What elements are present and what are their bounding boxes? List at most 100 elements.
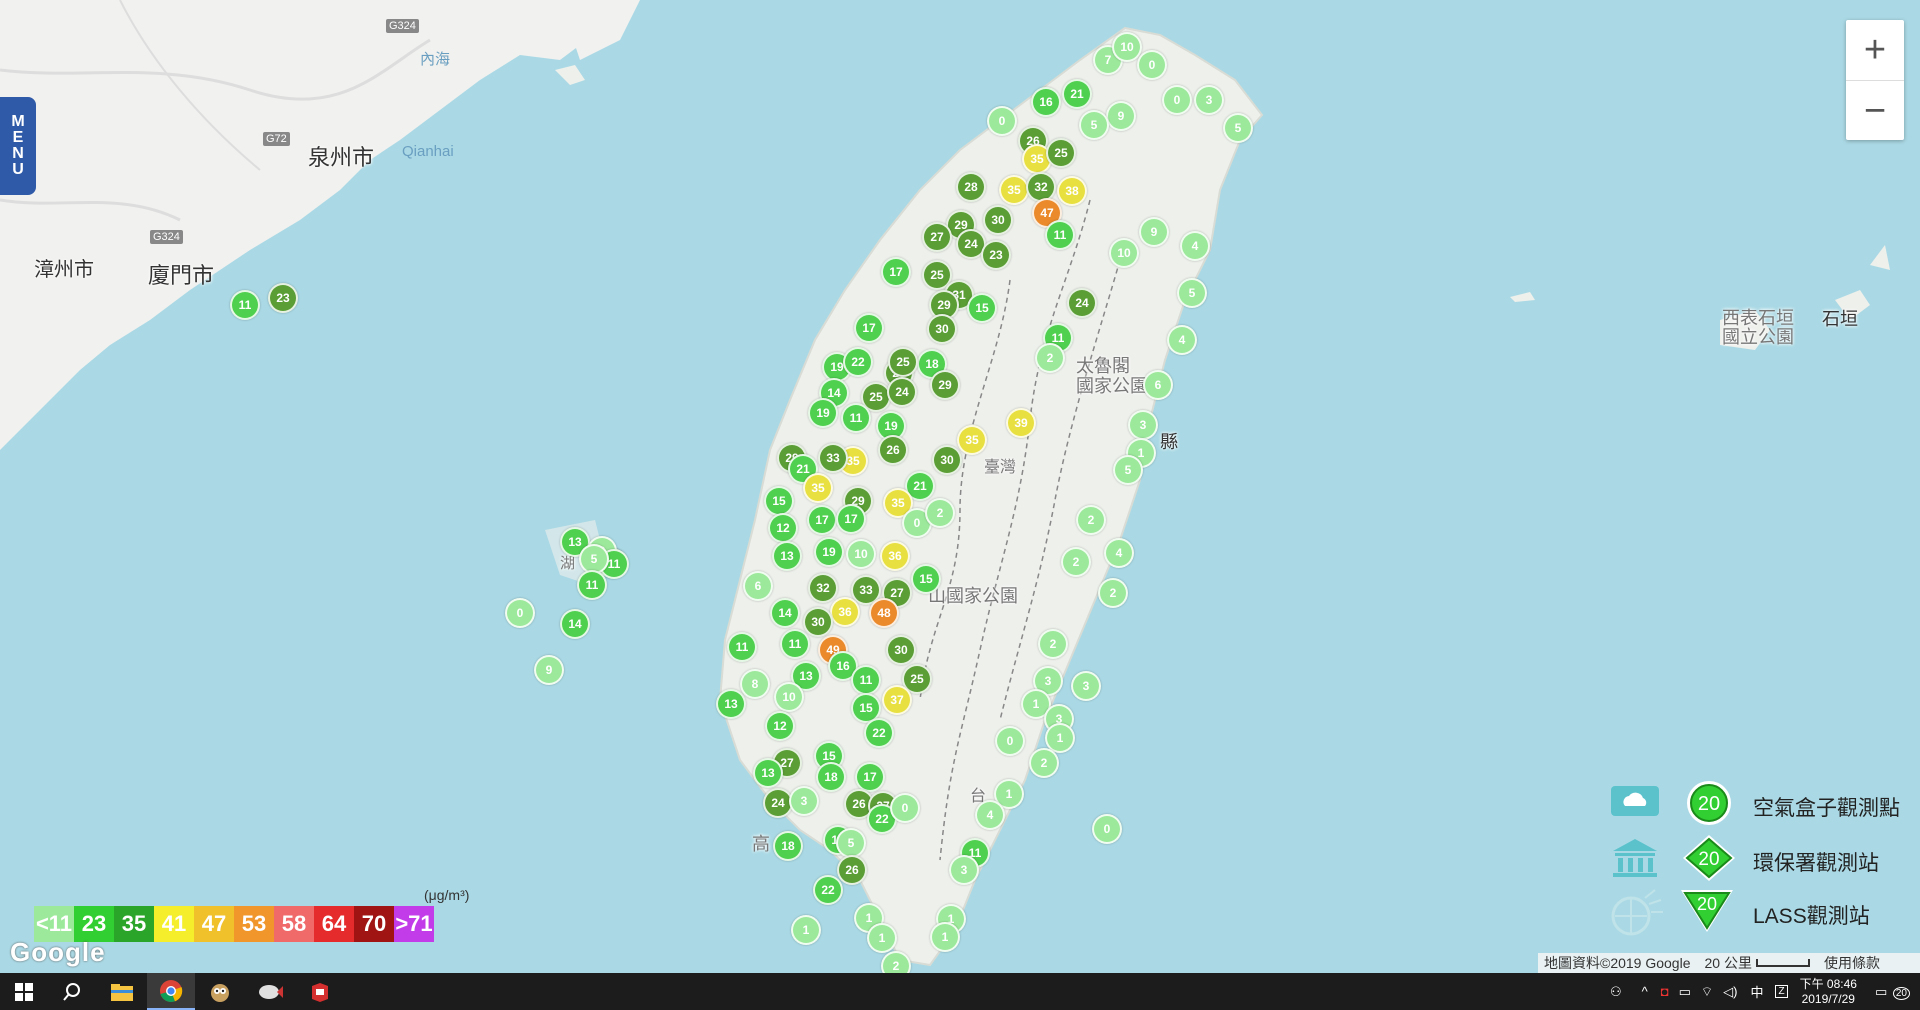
station-marker[interactable]: 25 (888, 347, 918, 377)
station-marker[interactable]: 2 (925, 498, 955, 528)
station-marker[interactable]: 27 (922, 222, 952, 252)
station-marker[interactable]: 8 (740, 669, 770, 699)
station-marker[interactable]: 30 (886, 635, 916, 665)
station-marker[interactable]: 2 (1029, 748, 1059, 778)
file-explorer-button[interactable] (98, 973, 146, 1010)
station-marker[interactable]: 0 (1162, 85, 1192, 115)
zoom-in-button[interactable]: + (1846, 20, 1904, 81)
station-marker[interactable]: 14 (560, 609, 590, 639)
station-marker[interactable]: 35 (803, 473, 833, 503)
station-marker[interactable]: 17 (807, 505, 837, 535)
station-marker[interactable]: 36 (880, 541, 910, 571)
station-marker[interactable]: 30 (983, 205, 1013, 235)
station-marker[interactable]: 23 (981, 240, 1011, 270)
station-marker[interactable]: 30 (803, 607, 833, 637)
station-marker[interactable]: 2 (1098, 578, 1128, 608)
station-marker[interactable]: 3 (949, 855, 979, 885)
station-marker[interactable]: 16 (1031, 87, 1061, 117)
station-marker[interactable]: 39 (1006, 408, 1036, 438)
ime-indicator[interactable]: 中 (1750, 982, 1763, 1001)
chrome-button[interactable] (147, 973, 195, 1010)
station-marker[interactable]: 35 (957, 425, 987, 455)
station-marker[interactable]: 15 (911, 564, 941, 594)
station-marker[interactable]: 11 (1045, 220, 1075, 250)
station-marker[interactable]: 0 (890, 793, 920, 823)
station-marker[interactable]: 17 (836, 504, 866, 534)
notification-center-button[interactable]: ▭ 20 (1875, 984, 1910, 1000)
station-marker[interactable]: 3 (1194, 85, 1224, 115)
people-icon[interactable]: ⚇ (1610, 984, 1622, 1000)
chevron-up-icon[interactable]: ^ (1642, 984, 1648, 999)
station-marker[interactable]: 0 (1092, 814, 1122, 844)
station-marker[interactable]: 1 (791, 915, 821, 945)
station-marker[interactable]: 18 (816, 762, 846, 792)
station-marker[interactable]: 32 (808, 573, 838, 603)
station-marker[interactable]: 17 (854, 313, 884, 343)
station-marker[interactable]: 5 (836, 828, 866, 858)
station-marker[interactable]: 18 (773, 831, 803, 861)
volume-icon[interactable]: ◁) (1723, 984, 1737, 1000)
station-marker[interactable]: 33 (818, 443, 848, 473)
station-marker[interactable]: 24 (1067, 288, 1097, 318)
station-marker[interactable]: 1 (867, 923, 897, 953)
station-marker[interactable]: 13 (716, 689, 746, 719)
station-marker[interactable]: 26 (837, 855, 867, 885)
station-marker[interactable]: 9 (1139, 217, 1169, 247)
search-button[interactable] (48, 973, 96, 1010)
station-marker[interactable]: 11 (727, 632, 757, 662)
station-marker[interactable]: 4 (1180, 231, 1210, 261)
station-marker[interactable]: 48 (869, 598, 899, 628)
station-marker[interactable]: 19 (814, 537, 844, 567)
station-marker[interactable]: 5 (1177, 278, 1207, 308)
terms-link[interactable]: 使用條款 (1824, 953, 1880, 973)
station-marker[interactable]: 10 (1109, 238, 1139, 268)
station-marker[interactable]: 13 (772, 541, 802, 571)
station-marker[interactable]: 4 (1167, 325, 1197, 355)
station-marker[interactable]: 12 (765, 711, 795, 741)
station-marker[interactable]: 1 (930, 922, 960, 952)
station-marker[interactable]: 22 (864, 718, 894, 748)
station-marker[interactable]: 17 (855, 762, 885, 792)
station-marker[interactable]: 30 (932, 445, 962, 475)
start-button[interactable] (0, 973, 48, 1010)
station-marker[interactable]: 19 (808, 398, 838, 428)
menu-button[interactable]: M E N U (0, 97, 36, 195)
station-marker[interactable]: 0 (995, 726, 1025, 756)
station-marker[interactable]: 2 (1061, 547, 1091, 577)
station-marker[interactable]: 4 (975, 800, 1005, 830)
station-marker[interactable]: 28 (956, 172, 986, 202)
battery-icon[interactable]: ▭ (1679, 984, 1691, 1000)
station-marker[interactable]: 2 (1076, 505, 1106, 535)
station-marker[interactable]: 36 (830, 597, 860, 627)
station-marker[interactable]: 17 (881, 257, 911, 287)
station-marker[interactable]: 13 (753, 758, 783, 788)
input-switch-icon[interactable]: Z (1775, 985, 1788, 998)
wifi-icon[interactable]: ⌔ (1701, 984, 1713, 1000)
station-marker[interactable]: 22 (813, 875, 843, 905)
station-marker[interactable]: 11 (577, 570, 607, 600)
station-marker[interactable]: 9 (534, 655, 564, 685)
station-marker[interactable]: 3 (1071, 671, 1101, 701)
app-owl-button[interactable] (196, 973, 244, 1010)
station-marker[interactable]: 5 (1113, 455, 1143, 485)
app-fish-button[interactable] (246, 973, 294, 1010)
station-marker[interactable]: 5 (1079, 110, 1109, 140)
station-marker[interactable]: 14 (770, 598, 800, 628)
station-marker[interactable]: 22 (843, 347, 873, 377)
station-marker[interactable]: 30 (927, 314, 957, 344)
station-marker[interactable]: 2 (1038, 629, 1068, 659)
station-marker[interactable]: 37 (882, 685, 912, 715)
station-marker[interactable]: 11 (851, 665, 881, 695)
station-marker[interactable]: 26 (878, 435, 908, 465)
station-marker[interactable]: 35 (999, 175, 1029, 205)
station-marker[interactable]: 0 (1137, 50, 1167, 80)
station-marker[interactable]: 38 (1057, 176, 1087, 206)
station-marker[interactable]: 11 (780, 629, 810, 659)
station-marker[interactable]: 24 (887, 377, 917, 407)
station-marker[interactable]: 6 (1143, 370, 1173, 400)
station-marker[interactable]: 4 (1104, 538, 1134, 568)
station-marker[interactable]: 9 (1106, 101, 1136, 131)
station-marker[interactable]: 32 (1026, 172, 1056, 202)
zoom-out-button[interactable]: − (1846, 81, 1904, 141)
app-red-button[interactable] (296, 973, 344, 1010)
